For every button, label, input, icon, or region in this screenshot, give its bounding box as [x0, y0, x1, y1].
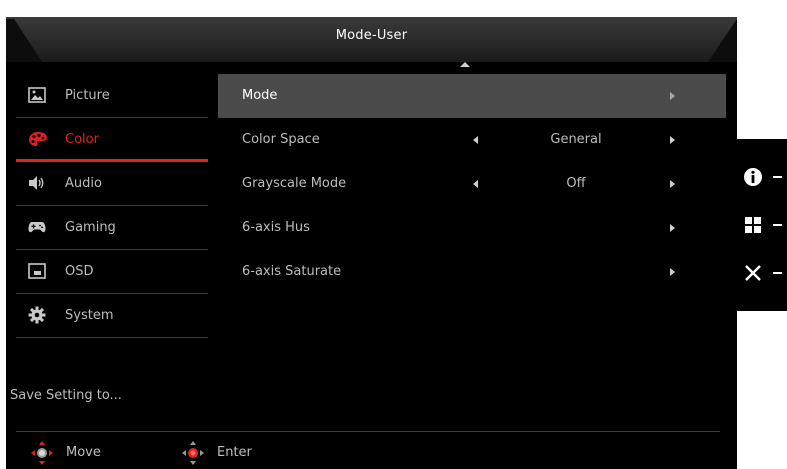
color-palette-icon [29, 132, 47, 146]
key-dash [773, 272, 782, 274]
sidebar-item-label: Picture [65, 88, 110, 103]
page-title: Mode-User [335, 28, 408, 43]
sidebar-item-label: OSD [65, 264, 94, 279]
key-dash [773, 176, 782, 178]
grid-icon [745, 217, 761, 233]
navigation-pad-move-icon [31, 441, 53, 465]
sidebar-item-label: System [65, 308, 114, 323]
save-setting-item[interactable]: Save Setting to... [10, 388, 122, 403]
menu-row-label: Grayscale Mode [242, 176, 347, 191]
gear-icon [28, 306, 46, 324]
gamepad-icon [28, 222, 46, 233]
sidebar-item-label: Color [65, 132, 99, 147]
picture-icon [28, 87, 46, 103]
sidebar-item-system[interactable]: System [16, 294, 208, 338]
osd-panel: Mode-User Picture Color Audio Gaming OSD… [6, 17, 737, 469]
menu-row-grayscale-mode[interactable]: Grayscale Mode Off [218, 162, 726, 206]
footer-divider [16, 431, 720, 432]
key-dash [773, 224, 782, 226]
sidebar: Picture Color Audio Gaming OSD System [16, 74, 208, 338]
speaker-icon [29, 176, 44, 190]
right-arrow-icon[interactable] [670, 268, 675, 276]
close-icon [745, 265, 761, 281]
osd-window-icon [28, 263, 46, 279]
info-icon [744, 168, 762, 186]
scroll-up-icon[interactable] [460, 62, 470, 67]
grid-key[interactable] [737, 213, 787, 237]
enter-hint-label: Enter [217, 445, 252, 460]
left-arrow-icon[interactable] [473, 180, 478, 188]
move-hint-label: Move [66, 445, 101, 460]
menu-list: Mode Color Space General Grayscale Mode … [218, 74, 726, 294]
info-key[interactable] [737, 165, 787, 189]
menu-row-6-axis-saturate[interactable]: 6-axis Saturate [218, 250, 726, 294]
menu-row-value: Off [566, 176, 586, 191]
right-arrow-icon[interactable] [670, 224, 675, 232]
navigation-pad-enter-icon [182, 441, 204, 465]
sidebar-item-osd[interactable]: OSD [16, 250, 208, 294]
sidebar-item-label: Gaming [65, 220, 116, 235]
menu-row-color-space[interactable]: Color Space General [218, 118, 726, 162]
left-arrow-icon[interactable] [473, 136, 478, 144]
menu-row-value: General [550, 132, 602, 147]
menu-row-label: 6-axis Hus [242, 220, 310, 235]
right-arrow-icon[interactable] [670, 180, 675, 188]
sidebar-item-color[interactable]: Color [16, 118, 208, 162]
menu-row-6-axis-hue[interactable]: 6-axis Hus [218, 206, 726, 250]
menu-row-label: Color Space [242, 132, 320, 147]
sidebar-item-picture[interactable]: Picture [16, 74, 208, 118]
key-hint-panel [737, 139, 787, 311]
menu-row-mode[interactable]: Mode [218, 74, 726, 118]
sidebar-item-audio[interactable]: Audio [16, 162, 208, 206]
sidebar-item-gaming[interactable]: Gaming [16, 206, 208, 250]
menu-row-label: 6-axis Saturate [242, 264, 342, 279]
sidebar-item-label: Audio [65, 176, 102, 191]
right-arrow-icon[interactable] [670, 92, 675, 100]
menu-row-label: Mode [242, 88, 278, 103]
close-key[interactable] [737, 261, 787, 285]
right-arrow-icon[interactable] [670, 136, 675, 144]
